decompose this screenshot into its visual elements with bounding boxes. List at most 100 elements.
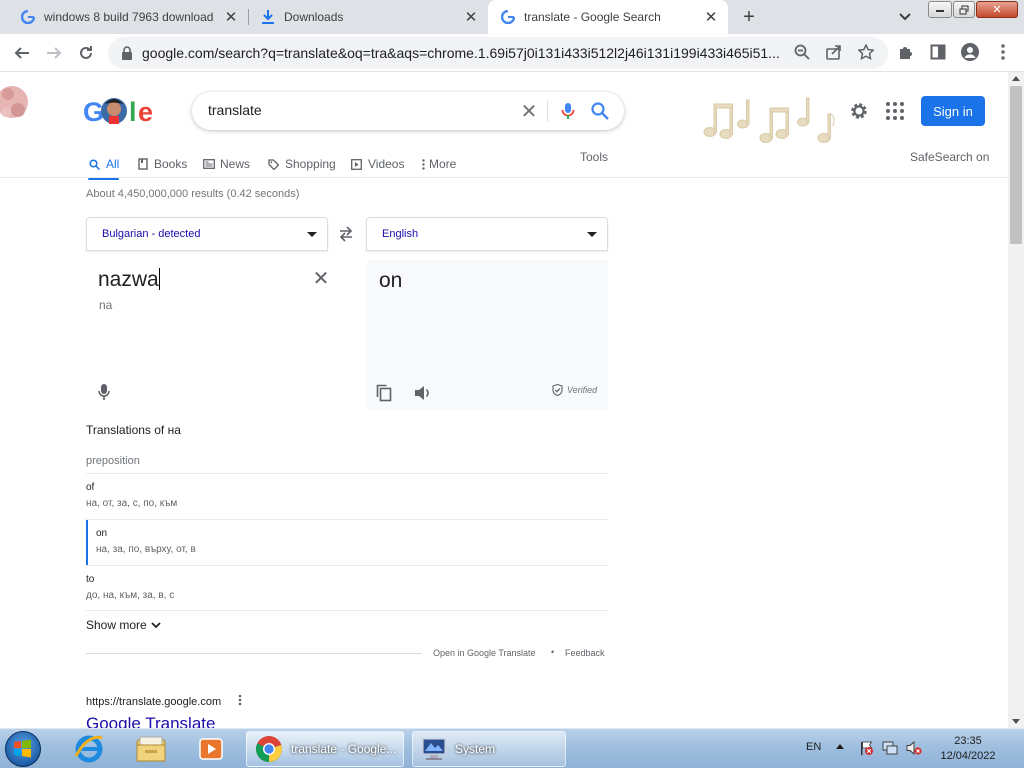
menu-more-icon[interactable]	[993, 42, 1013, 62]
scroll-down-arrow-icon[interactable]	[1012, 719, 1020, 724]
verified-badge: Verified	[552, 384, 597, 396]
close-window-button[interactable]: ✕	[976, 1, 1018, 18]
divider	[86, 610, 608, 611]
target-panel: on Verified	[367, 260, 608, 410]
windows-logo-icon	[14, 739, 31, 758]
new-tab-button[interactable]: +	[737, 5, 761, 29]
translation-row[interactable]: of на, от, за, с, по, към	[86, 474, 608, 519]
url-text: google.com/search?q=translate&oq=tra&aqs…	[142, 45, 780, 61]
translation-word: on	[96, 528, 108, 539]
target-language-label: English	[382, 228, 419, 240]
profile-avatar-icon[interactable]	[960, 42, 980, 62]
source-text[interactable]: nazwa	[98, 268, 159, 291]
swap-languages-icon[interactable]	[337, 225, 355, 243]
show-more-label: Show more	[86, 618, 147, 632]
show-more-button[interactable]: Show more	[86, 618, 161, 632]
clear-search-icon[interactable]: ✕	[518, 100, 540, 123]
close-tab-icon[interactable]: ✕	[702, 8, 720, 26]
tab-label: Shopping	[285, 157, 336, 171]
system-clock[interactable]: 23:35 12/04/2022	[932, 734, 1004, 764]
translation-row[interactable]: to до, на, към, за, в, с	[86, 566, 608, 611]
play-icon	[350, 158, 363, 171]
page-scrollbar[interactable]	[1008, 72, 1024, 728]
share-icon[interactable]	[824, 42, 844, 62]
taskbar-system-task[interactable]: System	[412, 731, 566, 767]
task-label: System	[455, 742, 496, 756]
tab-more[interactable]: More	[420, 150, 456, 178]
language-indicator[interactable]: EN	[806, 741, 821, 753]
sign-in-button[interactable]: Sign in	[921, 96, 985, 126]
browser-tab-translate[interactable]: translate - Google Search ✕	[488, 0, 728, 34]
tab-shopping[interactable]: Shopping	[267, 150, 336, 178]
target-text: on	[379, 269, 403, 292]
tab-videos[interactable]: Videos	[350, 150, 404, 178]
action-center-flag-icon[interactable]	[858, 740, 874, 756]
close-tab-icon[interactable]: ✕	[222, 8, 240, 26]
verified-label: Verified	[567, 385, 598, 395]
google-doodle-logo[interactable]: G l e	[83, 96, 157, 135]
volume-muted-icon[interactable]	[906, 740, 922, 756]
source-text-input[interactable]: nazwa	[98, 268, 160, 292]
source-language-label: Bulgarian - detected	[102, 228, 201, 240]
settings-gear-icon[interactable]	[848, 100, 870, 122]
google-apps-grid-icon[interactable]	[885, 101, 905, 121]
results-count: About 4,450,000,000 results (0.42 second…	[86, 188, 300, 200]
tab-all[interactable]: All	[88, 150, 120, 180]
bookmark-star-icon[interactable]	[856, 42, 876, 62]
search-icon[interactable]	[590, 101, 610, 121]
scroll-up-arrow-icon[interactable]	[1012, 76, 1020, 81]
feedback-link[interactable]: Feedback	[565, 648, 605, 658]
source-mic-icon[interactable]	[97, 383, 111, 401]
side-panel-icon[interactable]	[928, 42, 948, 62]
extensions-puzzle-icon[interactable]	[896, 42, 916, 62]
tab-label: Videos	[368, 157, 405, 171]
tab-label: More	[429, 157, 457, 171]
tab-title: Downloads	[284, 10, 344, 24]
address-bar[interactable]: google.com/search?q=translate&oq=tra&aqs…	[108, 37, 888, 69]
result-more-vert-icon[interactable]	[238, 694, 242, 709]
chrome-icon	[256, 736, 282, 763]
tools-button[interactable]: Tools	[580, 150, 608, 170]
reload-button[interactable]	[75, 42, 97, 64]
taskbar-chrome-task[interactable]: translate - Google...	[246, 731, 404, 767]
search-box[interactable]: translate ✕	[192, 92, 624, 130]
source-language-select[interactable]: Bulgarian - detected	[86, 217, 328, 251]
network-icon[interactable]	[882, 740, 898, 756]
zoom-icon[interactable]	[792, 42, 812, 62]
tab-books[interactable]: Books	[136, 150, 187, 178]
browser-tab-downloads[interactable]: Downloads ✕	[240, 0, 488, 34]
file-explorer-icon[interactable]	[130, 732, 172, 766]
minimize-button[interactable]	[928, 1, 952, 18]
tab-label: News	[220, 157, 251, 171]
tab-search-chevron-icon[interactable]	[896, 8, 914, 26]
safesearch-status[interactable]: SafeSearch on	[910, 150, 989, 164]
clear-source-icon[interactable]: ✕	[311, 268, 331, 290]
tab-strip: windows 8 build 7963 download ✕ Download…	[0, 0, 1024, 34]
search-query[interactable]: translate	[208, 102, 262, 118]
copy-icon[interactable]	[376, 384, 392, 402]
show-hidden-icons-arrow-icon[interactable]	[836, 744, 844, 749]
start-button[interactable]	[5, 731, 41, 767]
back-button[interactable]	[11, 42, 33, 64]
open-in-translate-link[interactable]: Open in Google Translate	[433, 648, 536, 658]
result-url[interactable]: https://translate.google.com	[86, 696, 221, 708]
browser-tab-windows8[interactable]: windows 8 build 7963 download ✕	[0, 0, 248, 34]
target-language-select[interactable]: English	[366, 217, 608, 251]
media-player-icon[interactable]	[190, 732, 232, 766]
forward-button[interactable]	[43, 42, 65, 64]
source-transliteration: na	[99, 298, 113, 312]
translation-synonyms: до, на, към, за, в, с	[86, 590, 175, 601]
speaker-icon[interactable]	[414, 385, 432, 401]
internet-explorer-icon[interactable]	[68, 732, 110, 766]
tab-label: Books	[154, 157, 188, 171]
scrollbar-thumb[interactable]	[1010, 86, 1022, 244]
clock-date: 12/04/2022	[940, 750, 996, 762]
close-tab-icon[interactable]: ✕	[462, 8, 480, 26]
lock-icon[interactable]	[120, 46, 134, 60]
tab-news[interactable]: News	[202, 150, 250, 178]
translation-row-selected[interactable]: on на, за, по, върху, от, в	[86, 520, 608, 565]
browser-toolbar: google.com/search?q=translate&oq=tra&aqs…	[0, 34, 1024, 72]
music-notes-doodle	[703, 97, 835, 143]
voice-search-mic-icon[interactable]	[558, 101, 578, 121]
restore-button[interactable]	[953, 1, 975, 18]
